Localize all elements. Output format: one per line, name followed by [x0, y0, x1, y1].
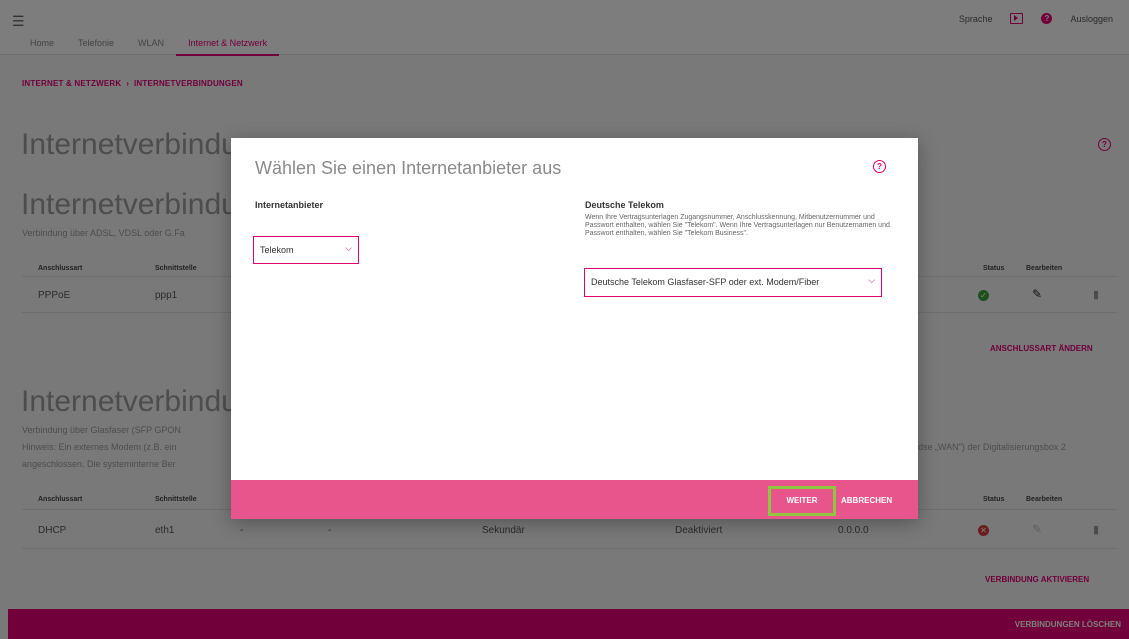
dialog-footer: WEITER ABBRECHEN	[231, 480, 918, 519]
provider-label: Internetanbieter	[255, 200, 324, 210]
cancel-button[interactable]: ABBRECHEN	[841, 496, 892, 505]
provider-select-value: Telekom	[260, 245, 294, 255]
connection-type-select[interactable]: Deutsche Telekom Glasfaser-SFP oder ext.…	[584, 268, 882, 297]
chevron-down-icon: ⌵	[865, 275, 875, 286]
dialog-title: Wählen Sie einen Internetanbieter aus	[255, 158, 562, 178]
chevron-down-icon: ⌵	[345, 243, 352, 253]
dialog-help-icon[interactable]: ?	[873, 160, 886, 173]
telekom-description: Wenn Ihre Vertragsunterlagen Zugangsnumm…	[585, 214, 890, 237]
telekom-title: Deutsche Telekom	[585, 200, 664, 210]
next-button[interactable]: WEITER	[768, 486, 836, 516]
provider-select[interactable]: Telekom ⌵	[253, 236, 359, 264]
provider-dialog: Wählen Sie einen Internetanbieter aus ? …	[231, 138, 918, 519]
connection-type-value: Deutsche Telekom Glasfaser-SFP oder ext.…	[591, 277, 820, 287]
